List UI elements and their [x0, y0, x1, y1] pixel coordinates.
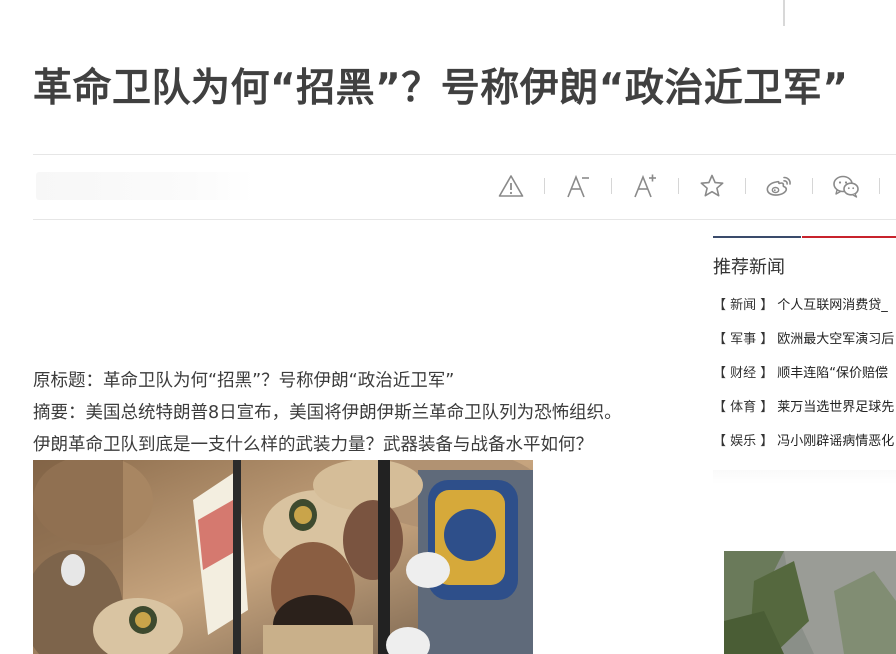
news-category: 【 体育 】 — [713, 400, 774, 415]
article-page: 革命卫队为何“招黑”？号称伊朗“政治近卫军” 原标题：革命卫队为何“招黑”？号称… — [0, 0, 896, 654]
toolbar-separator — [678, 178, 679, 194]
article-photo — [33, 460, 533, 654]
summary-line: 摘要：美国总统特朗普8日宣布，美国将伊朗伊斯兰革命卫队列为恐怖组织。 — [33, 403, 622, 423]
top-divider-mark — [783, 0, 785, 26]
recommended-news-list: 【 新闻 】个人互联网消费贷_ 【 军事 】欧洲最大空军演习后 【 财经 】顺丰… — [713, 289, 896, 459]
news-headline[interactable]: 个人互联网消费贷_ — [777, 298, 888, 313]
news-category: 【 新闻 】 — [713, 298, 774, 313]
news-headline[interactable]: 冯小刚辟谣病情恶化 — [777, 434, 894, 449]
report-button[interactable] — [492, 164, 530, 208]
recommended-news-title: 推荐新闻 — [713, 257, 785, 278]
star-icon — [700, 174, 724, 197]
sidebar-tab-indicator — [713, 236, 896, 239]
news-category: 【 财经 】 — [713, 366, 774, 381]
share-weibo-button[interactable] — [760, 164, 798, 208]
wechat-icon — [833, 175, 859, 198]
soldiers-photo-image — [33, 460, 533, 654]
article-source-info — [36, 172, 256, 200]
font-decrease-icon — [567, 174, 589, 198]
news-headline[interactable]: 欧洲最大空军演习后 — [777, 332, 894, 347]
article-title: 革命卫队为何“招黑”？号称伊朗“政治近卫军” — [33, 66, 849, 111]
font-decrease-button[interactable] — [559, 164, 597, 208]
article-toolbar — [492, 164, 894, 208]
sidebar-section-fade — [713, 470, 896, 484]
summary-line-2: 伊朗革命卫队到底是一支什么样的武装力量？武器装备与战备水平如何？ — [33, 435, 593, 455]
share-wechat-button[interactable] — [827, 164, 865, 208]
sidebar-tab-dark — [713, 236, 801, 238]
news-headline[interactable]: 莱万当选世界足球先 — [777, 400, 894, 415]
news-item[interactable]: 【 新闻 】个人互联网消费贷_ — [713, 289, 896, 323]
font-increase-icon — [634, 174, 656, 198]
news-headline[interactable]: 顺丰连陷“保价赔偿 — [777, 366, 888, 381]
news-item[interactable]: 【 体育 】莱万当选世界足球先 — [713, 391, 896, 425]
recommended-news-panel: 推荐新闻 【 新闻 】个人互联网消费贷_ 【 军事 】欧洲最大空军演习后 【 财… — [713, 236, 896, 459]
toolbar-separator — [745, 178, 746, 194]
font-increase-button[interactable] — [626, 164, 664, 208]
weibo-icon — [766, 176, 791, 196]
toolbar-separator — [611, 178, 612, 194]
news-category: 【 娱乐 】 — [713, 434, 774, 449]
landscape-photo-image — [724, 551, 896, 654]
favorite-button[interactable] — [693, 164, 731, 208]
toolbar-divider — [33, 219, 896, 220]
news-item[interactable]: 【 军事 】欧洲最大空军演习后 — [713, 323, 896, 357]
toolbar-separator — [879, 178, 880, 194]
toolbar-separator — [544, 178, 545, 194]
sidebar-tab-red[interactable] — [802, 236, 896, 238]
news-category: 【 军事 】 — [713, 332, 774, 347]
article-lead: 原标题：革命卫队为何“招黑”？号称伊朗“政治近卫军” 摘要：美国总统特朗普8日宣… — [33, 365, 693, 461]
news-item[interactable]: 【 财经 】顺丰连陷“保价赔偿 — [713, 357, 896, 391]
warning-icon — [498, 175, 524, 197]
sidebar-photo[interactable] — [724, 551, 896, 654]
original-title-line: 原标题：革命卫队为何“招黑”？号称伊朗“政治近卫军” — [33, 371, 455, 391]
news-item[interactable]: 【 娱乐 】冯小刚辟谣病情恶化 — [713, 425, 896, 459]
title-divider — [33, 154, 896, 155]
toolbar-separator — [812, 178, 813, 194]
